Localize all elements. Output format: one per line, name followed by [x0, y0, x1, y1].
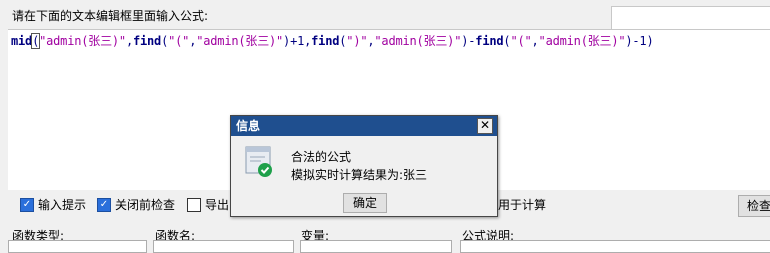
formula-token: )-1): [625, 34, 654, 48]
formula-token: "(": [168, 34, 190, 48]
editor-left-strip: [0, 29, 8, 189]
variable-list[interactable]: [300, 240, 452, 253]
check-icon: ✓: [22, 198, 32, 210]
input-hint-checkbox[interactable]: ✓ 输入提示: [20, 196, 86, 213]
ok-button[interactable]: 确定: [343, 193, 387, 213]
top-right-field[interactable]: [611, 6, 770, 30]
checkbox-box: ✓: [20, 197, 34, 212]
func-type-list[interactable]: [8, 240, 147, 253]
info-dialog: 信息 ✕ 合法的公式 模拟实时计算结果为:张三 确定: [230, 115, 498, 217]
export-checkbox[interactable]: 导出: [187, 196, 229, 213]
formula-token: find: [311, 34, 340, 48]
close-icon[interactable]: ✕: [477, 118, 493, 134]
checkbox-box: ✓: [97, 197, 111, 212]
formula-token: ,: [125, 34, 133, 48]
input-hint-label: 输入提示: [38, 198, 87, 212]
formula-token: "(": [510, 34, 532, 48]
formula-token: ,: [531, 34, 539, 48]
success-document-icon: [245, 146, 272, 177]
formula-token: "admin(张三)": [374, 34, 462, 48]
formula-token: "admin(张三)": [538, 34, 626, 48]
check-button[interactable]: 检查: [738, 195, 770, 217]
check-on-close-label: 关闭前检查: [115, 198, 176, 212]
check-icon: ✓: [99, 198, 109, 210]
check-on-close-checkbox[interactable]: ✓ 关闭前检查: [97, 196, 175, 213]
formula-token: )+1,: [283, 34, 312, 48]
dialog-message-2: 模拟实时计算结果为:张三: [291, 168, 428, 182]
export-label: 导出: [205, 198, 230, 212]
formula-token: mid: [11, 34, 33, 48]
prompt-label: 请在下面的文本编辑框里面输入公式:: [12, 9, 209, 23]
formula-token: "admin(张三)": [196, 34, 284, 48]
func-name-list[interactable]: [153, 240, 294, 253]
formula-token: find: [132, 34, 162, 48]
dialog-message-1: 合法的公式: [291, 150, 352, 164]
dialog-title: 信息: [231, 116, 497, 136]
formula-token: "admin(张三)": [39, 34, 126, 48]
formula-desc-box: [460, 240, 770, 253]
formula-token: )-: [461, 34, 476, 48]
checkbox-box: [187, 197, 201, 212]
formula-text: mid("admin(张三)",find("(","admin(张三)")+1,…: [11, 32, 654, 49]
formula-token: find: [475, 34, 504, 48]
formula-token: ")": [346, 34, 368, 48]
